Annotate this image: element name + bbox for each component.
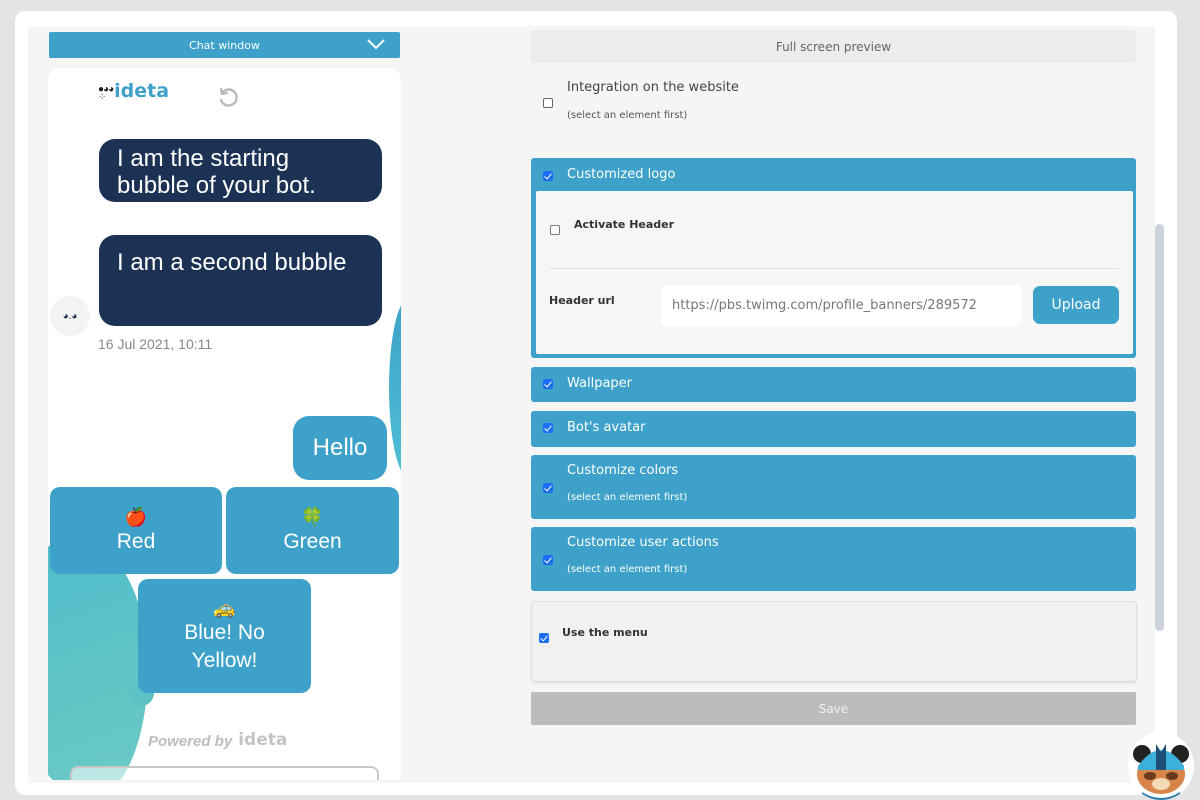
clover-icon: 🍀: [301, 506, 324, 527]
integration-label: Integration on the website: [567, 80, 739, 95]
powered-by-logo: ideta: [238, 730, 288, 750]
ideta-logo: ●◕◕ ⁘ ideta: [98, 80, 170, 103]
customized-logo-checkbox[interactable]: [543, 171, 553, 181]
support-chat-launcher[interactable]: [1128, 732, 1194, 800]
wallpaper-blob: [48, 538, 148, 780]
bots-avatar-label: Bot's avatar: [567, 420, 646, 435]
wallpaper-label: Wallpaper: [567, 376, 633, 391]
full-screen-preview-button[interactable]: Full screen preview: [531, 30, 1136, 63]
choice-button-blue[interactable]: 🚕 Blue! No Yellow!: [138, 579, 311, 693]
bot-message: I am the starting bubble of your bot.: [99, 139, 382, 202]
customize-user-actions-checkbox[interactable]: [543, 555, 553, 565]
logo-text: ideta: [114, 80, 170, 102]
header-url-label: Header url: [549, 294, 615, 307]
choice-button-red[interactable]: 🍎 Red: [50, 487, 222, 574]
save-button[interactable]: Save: [531, 692, 1136, 725]
message-timestamp: 16 Jul 2021, 10:11: [98, 336, 213, 352]
activate-header-label: Activate Header: [574, 218, 675, 231]
customize-colors-label: Customize colors: [567, 463, 679, 478]
powered-by: Powered by ideta: [148, 730, 287, 750]
chat-window-select-label: Chat window: [189, 38, 260, 52]
customize-colors-checkbox[interactable]: [543, 483, 553, 493]
use-menu-checkbox[interactable]: [539, 633, 549, 643]
chat-input[interactable]: [70, 766, 379, 780]
taxi-icon: 🚕: [213, 598, 236, 618]
user-message: Hello: [293, 416, 387, 480]
wallpaper-section[interactable]: Wallpaper: [531, 367, 1136, 402]
restart-icon[interactable]: [216, 86, 240, 110]
use-menu-section: Use the menu: [531, 601, 1137, 682]
chevron-down-icon: [367, 39, 385, 50]
divider: [549, 268, 1119, 269]
bots-avatar-checkbox[interactable]: [543, 423, 553, 433]
customized-logo-label: Customized logo: [567, 167, 676, 182]
integration-checkbox[interactable]: [543, 98, 553, 108]
scrollbar[interactable]: [1155, 224, 1164, 631]
powered-by-label: Powered by: [148, 733, 233, 750]
customize-user-actions-hint: (select an element first): [567, 564, 688, 575]
chat-preview: ●◕◕ ⁘ ideta I am the starting bubble of y…: [48, 68, 401, 780]
upload-button[interactable]: Upload: [1033, 286, 1119, 324]
mascot-avatar-icon: [1133, 744, 1189, 800]
header-url-input[interactable]: [661, 285, 1022, 326]
choice-label: Green: [283, 529, 342, 553]
customize-colors-section[interactable]: Customize colors (select an element firs…: [531, 455, 1136, 519]
bots-avatar-section[interactable]: Bot's avatar: [531, 411, 1136, 447]
use-menu-label: Use the menu: [562, 626, 648, 639]
customize-user-actions-label: Customize user actions: [567, 535, 719, 550]
wallpaper-blob: [389, 298, 401, 478]
apple-icon: 🍎: [124, 506, 148, 527]
bot-message: I am a second bubble: [99, 235, 382, 326]
panda-logo-icon: ●◕◕ ⁘: [98, 84, 114, 103]
customized-logo-body: Activate Header Header url Upload: [536, 191, 1133, 354]
activate-header-checkbox[interactable]: [550, 225, 560, 235]
wallpaper-checkbox[interactable]: [543, 379, 553, 389]
integration-hint: (select an element first): [567, 110, 688, 121]
choice-label: Red: [116, 529, 156, 553]
customize-user-actions-section[interactable]: Customize user actions (select an elemen…: [531, 527, 1136, 591]
choice-label: Blue! No Yellow!: [184, 621, 265, 672]
panda-avatar-icon: ◕.◕: [62, 310, 78, 322]
choice-button-green[interactable]: 🍀 Green: [226, 487, 399, 574]
customize-colors-hint: (select an element first): [567, 492, 688, 503]
customized-logo-section: Customized logo Activate Header Header u…: [531, 158, 1136, 358]
bot-avatar: ◕.◕: [50, 296, 90, 336]
chat-window-select[interactable]: Chat window: [49, 32, 400, 58]
